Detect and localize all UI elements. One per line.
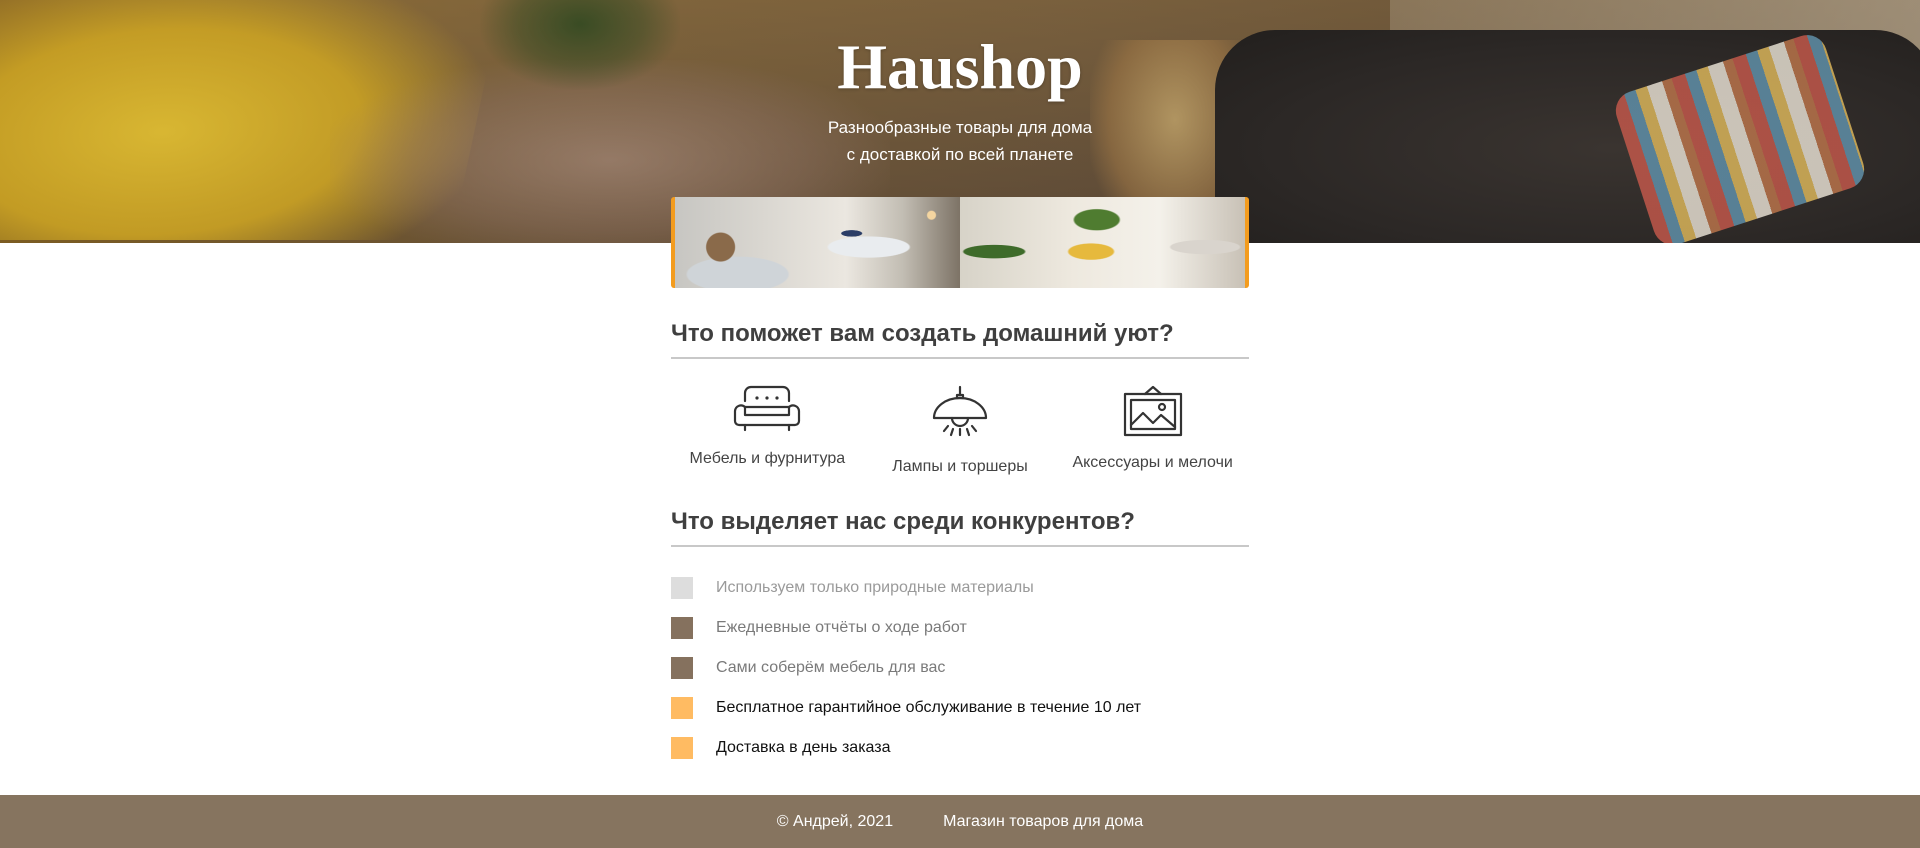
categories-list: Мебель и фурнитура Лампы и торшеры Аксес… <box>671 385 1249 476</box>
categories-heading: Что поможет вам создать домашний уют? <box>671 320 1249 359</box>
site-subtitle: Разнообразные товары для дома с доставко… <box>0 114 1920 168</box>
category-lamps[interactable]: Лампы и торшеры <box>870 385 1050 476</box>
footer-tagline: Магазин товаров для дома <box>943 812 1144 830</box>
advantage-marker <box>671 577 693 599</box>
lamp-icon <box>932 385 988 437</box>
subtitle-line-1: Разнообразные товары для дома <box>827 118 1093 137</box>
sofa-icon <box>734 385 801 432</box>
advantage-item: Используем только природные материалы <box>671 568 1249 608</box>
footer-copyright: © Андрей, 2021 <box>776 812 894 830</box>
category-label: Мебель и фурнитура <box>689 450 846 467</box>
page-footer: © Андрей, 2021 Магазин товаров для дома <box>0 795 1920 848</box>
site-title: Haushop <box>837 31 1083 102</box>
advantage-item: Бесплатное гарантийное обслуживание в те… <box>671 688 1249 728</box>
advantage-item: Доставка в день заказа <box>671 728 1249 768</box>
category-accessories[interactable]: Аксессуары и мелочи <box>1063 385 1243 476</box>
category-label: Лампы и торшеры <box>892 458 1028 475</box>
advantage-marker <box>671 617 693 639</box>
advantage-marker <box>671 737 693 759</box>
interior-photo-strip <box>671 197 1249 288</box>
advantage-text: Бесплатное гарантийное обслуживание в те… <box>716 699 1142 716</box>
interior-photo-bedroom <box>675 197 960 288</box>
advantages-heading: Что выделяет нас среди конкурентов? <box>671 508 1249 547</box>
advantages-list: Используем только природные материалы Еж… <box>671 568 1249 768</box>
category-furniture[interactable]: Мебель и фурнитура <box>677 385 857 476</box>
subtitle-line-2: с доставкой по всей планете <box>846 145 1074 164</box>
advantage-text: Сами соберём мебель для вас <box>716 659 946 676</box>
advantage-marker <box>671 657 693 679</box>
category-label: Аксессуары и мелочи <box>1072 454 1233 471</box>
advantage-text: Ежедневные отчёты о ходе работ <box>716 619 967 636</box>
picture-frame-icon <box>1123 385 1182 437</box>
advantage-item: Сами соберём мебель для вас <box>671 648 1249 688</box>
advantage-item: Ежедневные отчёты о ходе работ <box>671 608 1249 648</box>
interior-photo-living-room <box>960 197 1245 288</box>
advantage-marker <box>671 697 693 719</box>
advantage-text: Используем только природные материалы <box>716 579 1034 596</box>
advantage-text: Доставка в день заказа <box>716 739 891 756</box>
